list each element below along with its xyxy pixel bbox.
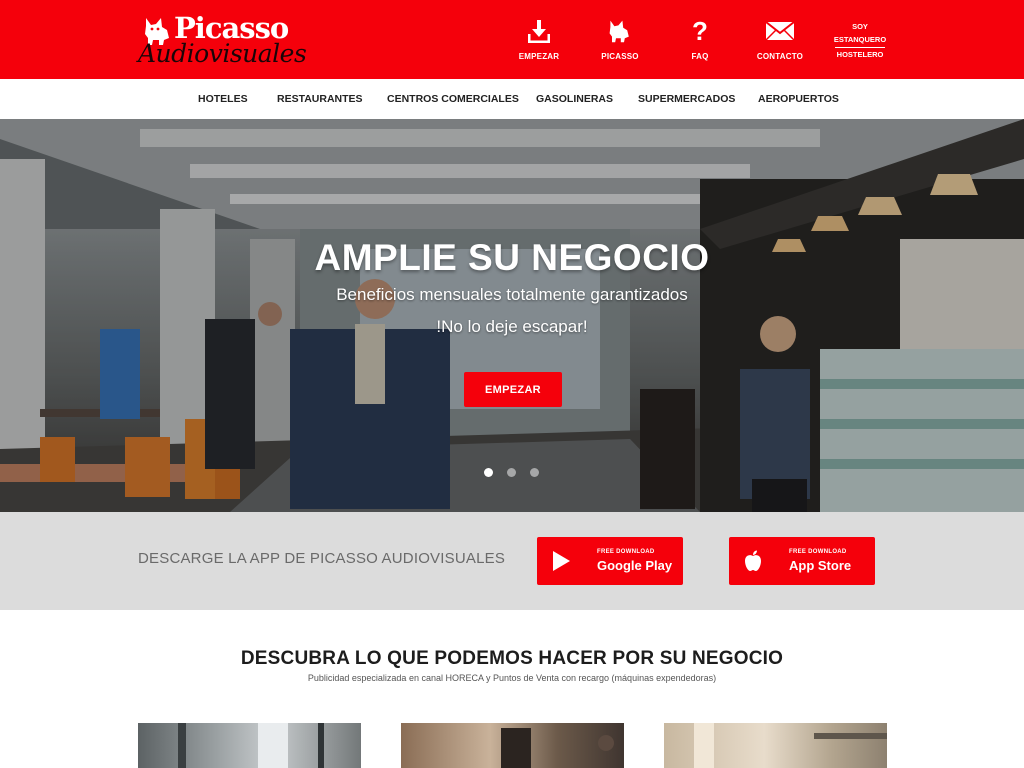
hero-subtitle: Beneficios mensuales totalmente garantiz…: [336, 285, 688, 304]
discover-title: DESCUBRA LO QUE PODEMOS HACER POR SU NEG…: [240, 648, 784, 669]
app-store-small-label: FREE DOWNLOAD: [789, 549, 847, 555]
category-gasolineras[interactable]: GASOLINERAS: [536, 93, 613, 105]
service-card-image[interactable]: [138, 723, 361, 768]
service-card-image[interactable]: [401, 723, 624, 768]
estanquero-link[interactable]: ESTANQUERO: [831, 33, 889, 46]
service-card-image[interactable]: [664, 723, 887, 768]
hero-subtitle-2: !No lo deje escapar!: [436, 317, 588, 336]
logo-tagline-text: Audiovisuales: [138, 39, 307, 68]
category-aeropuertos[interactable]: AEROPUERTOS: [758, 93, 839, 105]
logo[interactable]: Picasso Audiovisuales: [138, 12, 307, 68]
play-icon: [549, 549, 573, 573]
slider-dot-3[interactable]: [530, 468, 539, 477]
hero-title: AMPLIE SU NEGOCIO: [314, 237, 710, 278]
hostelero-link[interactable]: HOSTELERO: [831, 48, 889, 61]
card-image-3: [694, 723, 887, 768]
category-supermercados[interactable]: SUPERMERCADOS: [638, 93, 735, 105]
soy-label: SOY: [852, 22, 868, 31]
category-nav: HOTELES RESTAURANTES CENTROS COMERCIALES…: [0, 79, 1024, 119]
slider-dot-2[interactable]: [507, 468, 516, 477]
nav-empezar-label: EMPEZAR: [518, 52, 560, 61]
nav-contacto[interactable]: CONTACTO: [752, 18, 808, 64]
user-type-selector[interactable]: SOY ESTANQUERO HOSTELERO: [831, 20, 889, 61]
google-play-button[interactable]: FREE DOWNLOAD Google Play: [537, 537, 683, 585]
hero-slider: AMPLIE SU NEGOCIO Beneficios mensuales t…: [0, 119, 1024, 512]
top-header: Picasso Audiovisuales EMPEZAR PICASSO ? …: [0, 0, 1024, 79]
google-play-small-label: FREE DOWNLOAD: [597, 549, 655, 555]
nav-empezar[interactable]: EMPEZAR: [515, 18, 563, 64]
nav-faq[interactable]: ? FAQ: [676, 18, 724, 64]
category-hoteles[interactable]: HOTELES: [198, 93, 248, 105]
discover-subtitle: Publicidad especializada en canal HORECA…: [307, 673, 717, 683]
nav-contacto-label: CONTACTO: [756, 52, 804, 61]
apple-icon: [741, 549, 765, 573]
category-centros-comerciales[interactable]: CENTROS COMERCIALES: [387, 93, 519, 105]
nav-faq-label: FAQ: [691, 52, 709, 61]
category-restaurantes[interactable]: RESTAURANTES: [277, 93, 363, 105]
card-image-2: [501, 728, 614, 768]
hero-overlay: [0, 119, 1024, 512]
app-store-label: App Store: [789, 558, 852, 573]
app-store-button[interactable]: FREE DOWNLOAD App Store: [729, 537, 875, 585]
question-mark-icon: ?: [692, 16, 708, 46]
app-download-band: DESCARGE LA APP DE PICASSO AUDIOVISUALES…: [0, 512, 1024, 610]
app-download-text: DESCARGE LA APP DE PICASSO AUDIOVISUALES: [138, 550, 506, 567]
nav-picasso[interactable]: PICASSO: [596, 18, 644, 64]
google-play-label: Google Play: [597, 558, 673, 573]
nav-picasso-label: PICASSO: [601, 52, 639, 61]
envelope-icon: [752, 18, 808, 44]
slider-dot-1[interactable]: [484, 468, 493, 477]
download-icon: [515, 18, 563, 44]
card-image-1: [178, 723, 324, 768]
hero-empezar-button[interactable]: EMPEZAR: [464, 372, 562, 407]
dog-icon: [596, 18, 644, 44]
